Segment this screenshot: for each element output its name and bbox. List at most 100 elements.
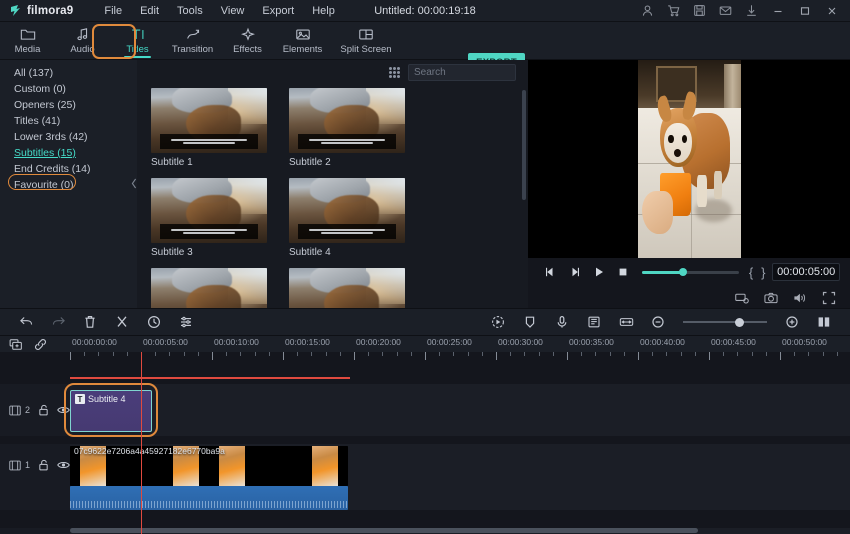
category-favourite[interactable]: Favourite (0) — [0, 177, 137, 193]
timeline-zoom-knob[interactable] — [735, 317, 745, 327]
volume-slider-knob[interactable] — [678, 267, 687, 276]
minimize-button[interactable] — [771, 4, 785, 17]
tab-split-screen[interactable]: Split Screen — [330, 22, 402, 60]
unlocked-icon — [39, 459, 48, 471]
tab-effects[interactable]: Effects — [220, 22, 275, 60]
download-icon[interactable] — [745, 4, 758, 17]
timeline-ruler[interactable]: 00:00:00:00 00:00:05:00 00:00:10:00 00:0… — [70, 336, 850, 352]
timeline-zoom-slider[interactable] — [683, 317, 767, 327]
tab-titles[interactable]: Titles — [110, 22, 165, 60]
timeline-clip-video[interactable]: 07c9622e7206a4a45927182e6770ba9a — [70, 446, 348, 486]
library-scrollbar[interactable] — [522, 90, 526, 200]
stop-button[interactable] — [611, 261, 635, 283]
library-item[interactable]: Subtitle 2 — [289, 88, 405, 168]
category-subtitles[interactable]: Subtitles (15) — [0, 145, 137, 161]
track-visibility-button[interactable] — [57, 405, 70, 415]
timeline-tracks: 2 T Subtitle 4 1 07c9622e7206a4a45927182… — [0, 352, 850, 534]
track-lock-button[interactable] — [38, 404, 49, 416]
account-icon[interactable] — [641, 4, 654, 17]
sidebar-collapse-button[interactable] — [130, 172, 137, 194]
save-icon[interactable] — [693, 4, 706, 17]
play-button[interactable] — [587, 261, 611, 283]
track-body-video-2[interactable]: T Subtitle 4 — [64, 383, 850, 437]
split-button[interactable] — [106, 310, 138, 334]
track-visibility-button[interactable] — [57, 460, 70, 470]
search-box[interactable] — [408, 63, 546, 81]
monitor-settings-icon[interactable] — [735, 291, 749, 305]
color-settings-button[interactable] — [170, 310, 202, 334]
menu-item-export[interactable]: Export — [253, 2, 303, 20]
add-track-button[interactable] — [9, 338, 23, 351]
library-item[interactable]: Subtitle 1 — [151, 88, 267, 168]
preview-timecode[interactable]: 00:00:05:00 — [772, 263, 840, 281]
tab-media[interactable]: Media — [0, 22, 55, 60]
search-input[interactable] — [414, 66, 546, 78]
track-body-audio-strip[interactable] — [70, 486, 850, 510]
library-item[interactable]: Subtitle 3 — [151, 178, 267, 258]
category-lower-3rds[interactable]: Lower 3rds (42) — [0, 129, 137, 145]
mark-in-button[interactable]: { — [745, 265, 757, 280]
timeline-horizontal-scrollbar[interactable] — [70, 528, 698, 533]
timeline-head-tools — [0, 338, 70, 351]
ruler-label: 00:00:35:00 — [569, 337, 614, 347]
category-end-credits[interactable]: End Credits (14) — [0, 161, 137, 177]
zoom-out-button[interactable] — [642, 310, 674, 334]
grid-view-icon[interactable] — [389, 66, 400, 78]
category-titles[interactable]: Titles (41) — [0, 113, 137, 129]
duration-button[interactable] — [138, 310, 170, 334]
mail-icon[interactable] — [719, 4, 732, 17]
menu-item-tools[interactable]: Tools — [168, 2, 212, 20]
zoom-in-button[interactable] — [776, 310, 808, 334]
category-all[interactable]: All (137) — [0, 65, 137, 81]
tab-elements[interactable]: Elements — [275, 22, 330, 60]
undo-button[interactable] — [10, 310, 42, 334]
next-frame-button[interactable] — [562, 261, 586, 283]
track-lock-button[interactable] — [38, 459, 49, 471]
category-openers[interactable]: Openers (25) — [0, 97, 137, 113]
timeline-playhead[interactable] — [141, 352, 142, 534]
timeline-clip-audio[interactable] — [70, 486, 348, 510]
ruler-tick — [197, 352, 199, 356]
menu-item-help[interactable]: Help — [303, 2, 344, 20]
camera-icon[interactable] — [764, 291, 778, 305]
add-track-icon — [9, 338, 22, 350]
marker-button[interactable] — [514, 310, 546, 334]
redo-button[interactable] — [42, 310, 74, 334]
voiceover-button[interactable] — [546, 310, 578, 334]
delete-button[interactable] — [74, 310, 106, 334]
tab-transition[interactable]: Transition — [165, 22, 220, 60]
cart-icon[interactable] — [667, 4, 680, 17]
ruler-tick — [808, 352, 810, 356]
fullscreen-icon[interactable] — [822, 291, 836, 305]
speed-button[interactable] — [482, 310, 514, 334]
tab-audio[interactable]: Audio — [55, 22, 110, 60]
ruler-label: 00:00:00:00 — [72, 337, 117, 347]
split-view-button[interactable] — [808, 310, 840, 334]
timeline-clip-subtitle[interactable]: T Subtitle 4 — [70, 390, 152, 432]
maximize-button[interactable] — [798, 4, 812, 17]
menu-item-edit[interactable]: Edit — [131, 2, 168, 20]
speaker-icon[interactable] — [793, 291, 807, 305]
track-body-video-1[interactable]: 07c9622e7206a4a45927182e6770ba9a — [70, 444, 850, 486]
library-item[interactable]: Subtitle 5 — [151, 268, 267, 308]
volume-slider[interactable] — [641, 267, 739, 276]
filmora-app-window: filmora9 File Edit Tools View Export Hel… — [0, 0, 850, 534]
library-item[interactable]: Subtitle 6 — [289, 268, 405, 308]
subtitle-preview-bar — [298, 223, 396, 240]
link-button[interactable] — [34, 338, 47, 351]
ruler-tick — [311, 352, 313, 356]
mark-out-button[interactable]: } — [757, 265, 769, 280]
fit-timeline-button[interactable] — [610, 310, 642, 334]
library-item[interactable]: Subtitle 4 — [289, 178, 405, 258]
timeline-toolbar — [0, 308, 850, 336]
previous-frame-button[interactable] — [538, 261, 562, 283]
category-custom[interactable]: Custom (0) — [0, 81, 137, 97]
marker-shield-icon — [525, 316, 535, 328]
preview-stage[interactable] — [528, 60, 850, 258]
ruler-tick — [694, 352, 696, 356]
library-header — [137, 60, 546, 84]
close-button[interactable] — [825, 4, 839, 17]
menu-item-view[interactable]: View — [212, 2, 254, 20]
menu-item-file[interactable]: File — [95, 2, 131, 20]
audio-mixer-button[interactable] — [578, 310, 610, 334]
